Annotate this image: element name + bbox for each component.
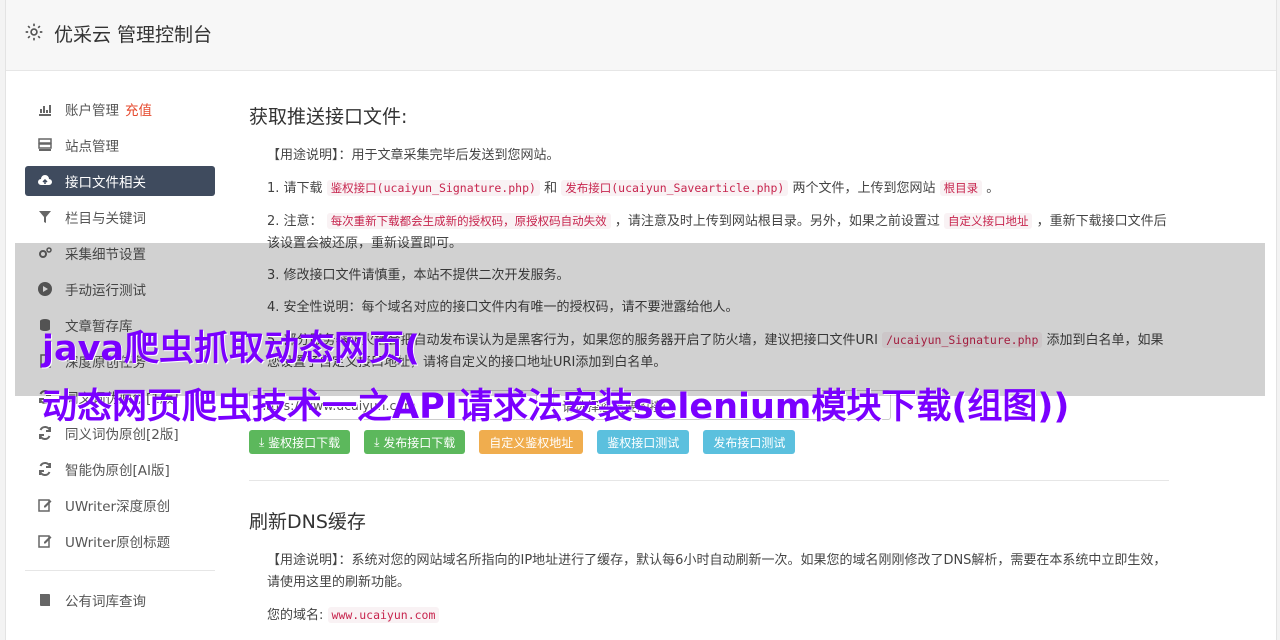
cloud-upload-icon	[37, 173, 53, 189]
custom-auth-button[interactable]: 自定义鉴权地址	[479, 430, 584, 454]
sidebar-item-label: 站点管理	[65, 139, 119, 155]
step-1: 1. 请下载 鉴权接口(ucaiyun_Signature.php) 和 发布接…	[267, 177, 1169, 200]
sidebar-divider	[25, 570, 215, 571]
section-title-interface: 获取推送接口文件:	[249, 106, 408, 128]
button-label: 鉴权接口下载	[268, 435, 341, 450]
bar-chart-icon	[37, 101, 53, 117]
code-savearticle: 发布接口(ucaiyun_Savearticle.php)	[561, 180, 789, 196]
sidebar-item-interface-files[interactable]: 接口文件相关	[25, 166, 215, 196]
code-custom: 自定义接口地址	[943, 213, 1033, 229]
sidebar-item-label: 公有词库查询	[65, 594, 146, 610]
page-title: 优采云 管理控制台	[54, 24, 213, 46]
dns-usage: 【用途说明】：系统对您的网站域名所指向的IP地址进行了缓存，默认每6小时自动刷新…	[267, 553, 1167, 590]
sidebar-item-columns-keywords[interactable]: 栏目与关键词	[25, 202, 215, 232]
recharge-link[interactable]: 充值	[125, 99, 152, 119]
sidebar-item-uwriter-deep[interactable]: UWriter深度原创	[25, 490, 215, 520]
test-publish-button[interactable]: 发布接口测试	[703, 430, 796, 454]
domain-row: 您的域名: www.ucaiyun.com	[267, 604, 1169, 627]
step-text: 2. 注意：	[267, 214, 323, 229]
step-text: 和	[544, 181, 558, 196]
step-text: ，请注意及时上传到网站根目录。另外，如果之前设置过	[614, 214, 940, 229]
book-icon	[37, 592, 53, 608]
download-publish-button[interactable]: ⤓ 发布接口下载	[364, 430, 466, 454]
sidebar-item-account[interactable]: 账户管理 充值	[25, 94, 215, 124]
download-signature-button[interactable]: ⤓ 鉴权接口下载	[249, 430, 351, 454]
edit-icon	[37, 533, 53, 549]
overlay-title-line-2: 动态网页爬虫技术一之API请求法安装selenium模块下载(组图))	[42, 387, 1070, 427]
refresh-icon	[37, 425, 53, 441]
test-signature-button[interactable]: 鉴权接口测试	[597, 430, 690, 454]
sidebar-item-label: 智能伪原创[AI版]	[65, 463, 170, 479]
usage-note: 【用途说明】：用于文章采集完毕后发送到您网站。	[267, 148, 560, 163]
header: 优采云 管理控制台	[6, 0, 1276, 71]
sidebar-item-ai-rewrite[interactable]: 智能伪原创[AI版]	[25, 454, 215, 484]
edit-icon	[37, 497, 53, 513]
gear-icon	[25, 23, 43, 41]
step-text: 。	[986, 181, 1000, 196]
server-icon	[37, 137, 53, 153]
button-label: 自定义鉴权地址	[489, 435, 574, 450]
action-buttons: ⤓ 鉴权接口下载 ⤓ 发布接口下载 自定义鉴权地址 鉴权接口测试 发布接口测试	[249, 430, 1169, 454]
sidebar-item-label: 账户管理	[65, 103, 119, 119]
section-divider	[249, 480, 1169, 481]
sidebar-item-label: UWriter原创标题	[65, 535, 171, 551]
domain-value: www.ucaiyun.com	[327, 607, 440, 623]
code-root: 根目录	[939, 180, 983, 196]
domain-label: 您的域名:	[267, 608, 324, 623]
sidebar-item-label: 接口文件相关	[65, 175, 146, 191]
sidebar-item-public-thesaurus[interactable]: 公有词库查询	[25, 585, 215, 615]
step-text: 1. 请下载	[267, 181, 323, 196]
button-label: 鉴权接口测试	[607, 435, 680, 450]
button-label: 发布接口测试	[713, 435, 786, 450]
sidebar-item-label: UWriter深度原创	[65, 499, 171, 515]
sidebar-item-sites[interactable]: 站点管理	[25, 130, 215, 160]
button-label: 发布接口下载	[383, 435, 456, 450]
sidebar-item-label: 栏目与关键词	[65, 211, 146, 227]
code-signature: 鉴权接口(ucaiyun_Signature.php)	[326, 180, 540, 196]
section-title-dns: 刷新DNS缓存	[249, 511, 366, 533]
step-text: 两个文件，上传到您网站	[792, 181, 936, 196]
sidebar-item-uwriter-title[interactable]: UWriter原创标题	[25, 526, 215, 556]
refresh-icon	[37, 461, 53, 477]
code-warning: 每次重新下载都会生成新的授权码，原授权码自动失效	[326, 213, 611, 229]
overlay-title-line-1: java爬虫抓取动态网页(	[42, 329, 421, 369]
caption-overlay	[15, 243, 1265, 396]
filter-icon	[37, 209, 53, 225]
